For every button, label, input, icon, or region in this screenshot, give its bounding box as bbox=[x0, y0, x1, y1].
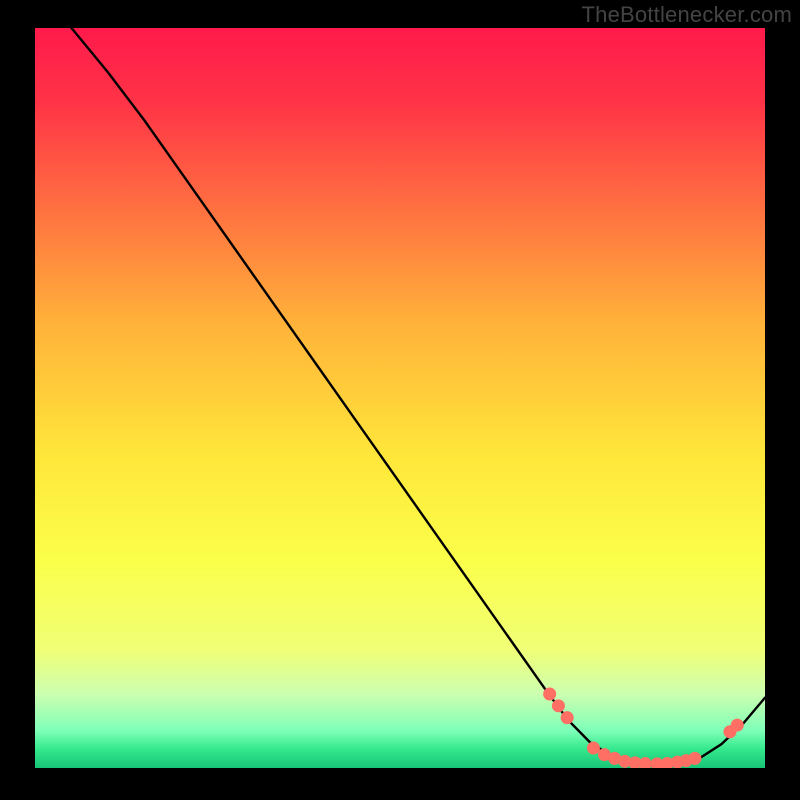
data-point bbox=[587, 742, 600, 755]
attribution-watermark: TheBottlenecker.com bbox=[582, 2, 792, 28]
gradient-background bbox=[35, 28, 765, 768]
data-point bbox=[688, 752, 701, 765]
bottleneck-chart bbox=[35, 28, 765, 768]
data-point bbox=[552, 699, 565, 712]
data-point bbox=[543, 688, 556, 701]
chart-stage: TheBottlenecker.com bbox=[0, 0, 800, 800]
data-point bbox=[731, 719, 744, 732]
data-point bbox=[561, 711, 574, 724]
